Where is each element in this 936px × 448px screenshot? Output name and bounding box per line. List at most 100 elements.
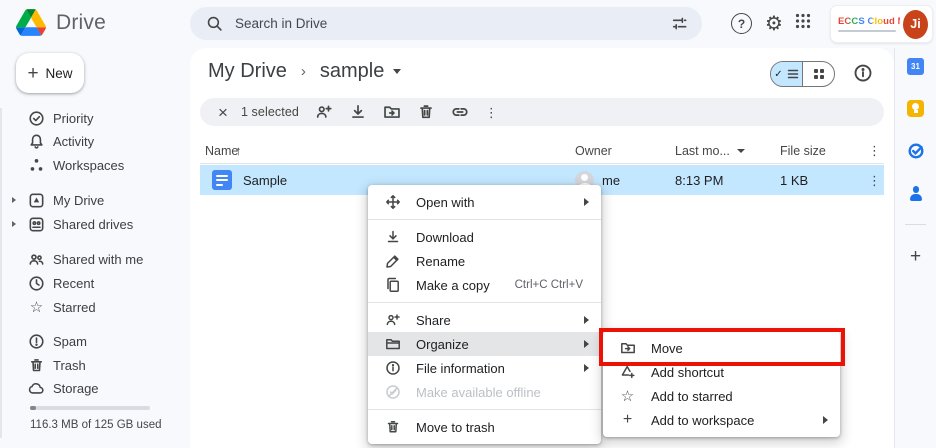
submenu-arrow-icon: [584, 198, 589, 206]
expand-arrow-icon[interactable]: [12, 197, 16, 203]
breadcrumb-current-folder[interactable]: sample: [320, 60, 384, 83]
list-view-icon: [787, 68, 799, 80]
grid-view-button[interactable]: [803, 62, 834, 86]
left-sidebar: + New Priority Activity Workspaces My Dr…: [0, 48, 190, 448]
panel-divider: [905, 224, 926, 225]
tasks-icon[interactable]: [907, 142, 925, 160]
menu-item-file-information[interactable]: File information: [368, 356, 601, 380]
menu-item-download[interactable]: Download: [368, 225, 601, 249]
google-apps-grid-icon[interactable]: [795, 13, 811, 29]
menu-divider: [368, 409, 601, 410]
storage-usage-text: 116.3 MB of 125 GB used: [30, 419, 161, 431]
user-avatar[interactable]: Ji: [903, 10, 928, 39]
file-table-header: Name ↑ Owner Last mo... File size ⋮: [200, 138, 884, 164]
file-size: 1 KB: [780, 165, 808, 195]
sidebar-item-priority[interactable]: Priority: [8, 106, 182, 130]
trash-button[interactable]: [417, 103, 435, 121]
sidebar-item-shared-with-me[interactable]: Shared with me: [8, 247, 182, 271]
sidebar-item-shared-drives[interactable]: Shared drives: [8, 212, 182, 236]
submenu-arrow-icon: [584, 316, 589, 324]
copy-link-icon[interactable]: [451, 103, 469, 121]
submenu-item-add-to-starred[interactable]: ☆ Add to starred: [603, 384, 840, 408]
menu-divider: [368, 302, 601, 303]
sort-caret-icon: [737, 149, 745, 153]
sidebar-item-trash[interactable]: Trash: [8, 353, 182, 377]
top-bar: Drive Search in Drive ? ⚙ ECCS Cloud Mai…: [0, 0, 936, 48]
menu-item-open-with[interactable]: Open with: [368, 190, 601, 214]
column-file-size[interactable]: File size: [780, 138, 826, 163]
share-person-add-icon: [384, 312, 401, 329]
star-icon: ☆: [619, 388, 636, 405]
rename-pencil-icon: [384, 253, 401, 270]
organize-submenu: Move Add shortcut ☆ Add to starred + Add…: [603, 331, 840, 437]
account-badge[interactable]: ECCS Cloud Mail Ji: [830, 5, 933, 43]
column-last-modified[interactable]: Last mo...: [675, 138, 745, 163]
more-actions-icon[interactable]: ⋮: [485, 106, 498, 119]
storage-progress-bar: [30, 406, 150, 410]
contacts-icon[interactable]: [907, 184, 925, 202]
check-icon: ✓: [774, 69, 782, 80]
sidebar-item-storage[interactable]: Storage: [8, 376, 182, 400]
menu-item-organize[interactable]: Organize: [368, 332, 601, 356]
row-more-actions-icon[interactable]: ⋮: [868, 165, 881, 195]
selected-count: 1 selected: [241, 105, 299, 119]
share-button[interactable]: [315, 103, 333, 121]
column-owner[interactable]: Owner: [575, 138, 612, 163]
file-name: Sample: [243, 165, 287, 195]
download-button[interactable]: [349, 103, 367, 121]
sidebar-item-workspaces[interactable]: Workspaces: [8, 153, 182, 177]
sidebar-item-starred[interactable]: ☆ Starred: [8, 295, 182, 319]
details-info-icon[interactable]: [853, 63, 873, 83]
keyboard-shortcut: Ctrl+C Ctrl+V: [515, 279, 583, 291]
bell-icon: [28, 133, 45, 150]
selection-toolbar: × 1 selected ⋮: [200, 98, 884, 126]
search-options-tune-icon[interactable]: [671, 15, 688, 32]
sidebar-item-my-drive[interactable]: My Drive: [8, 188, 182, 212]
calendar-icon[interactable]: 31: [907, 57, 925, 75]
sidebar-item-recent[interactable]: Recent: [8, 271, 182, 295]
add-shortcut-icon: [619, 364, 636, 381]
submenu-item-move[interactable]: Move: [603, 336, 840, 360]
trash-icon: [28, 357, 45, 374]
sort-ascending-icon[interactable]: ↑: [235, 138, 242, 163]
submenu-arrow-icon: [823, 416, 828, 424]
settings-gear-icon[interactable]: ⚙: [762, 9, 786, 37]
column-options-icon[interactable]: ⋮: [868, 138, 881, 163]
menu-item-share[interactable]: Share: [368, 308, 601, 332]
expand-arrow-icon[interactable]: [12, 221, 16, 227]
breadcrumb-my-drive[interactable]: My Drive: [208, 60, 287, 83]
menu-item-rename[interactable]: Rename: [368, 249, 601, 273]
column-name[interactable]: Name: [205, 138, 238, 163]
trash-icon: [384, 419, 401, 436]
search-bar[interactable]: Search in Drive: [190, 7, 702, 40]
menu-item-make-a-copy[interactable]: Make a copy Ctrl+C Ctrl+V: [368, 273, 601, 297]
new-button[interactable]: + New: [16, 53, 84, 93]
drive-logo[interactable]: Drive: [16, 9, 106, 36]
search-input[interactable]: Search in Drive: [235, 16, 671, 31]
folder-icon: [384, 336, 401, 353]
keep-icon[interactable]: [907, 99, 925, 117]
context-menu: Open with Download Rename Make a copy Ct…: [368, 185, 601, 444]
view-toggle: ✓: [770, 61, 835, 87]
menu-item-move-to-trash[interactable]: Move to trash: [368, 415, 601, 439]
cloud-storage-icon: [28, 380, 45, 397]
sidebar-item-spam[interactable]: Spam: [8, 329, 182, 353]
get-addons-plus-icon[interactable]: +: [907, 248, 925, 266]
clear-selection-icon[interactable]: ×: [218, 104, 228, 121]
plus-icon: +: [27, 64, 38, 83]
breadcrumb-chevron-icon: ›: [301, 63, 306, 80]
submenu-item-add-to-workspace[interactable]: + Add to workspace: [603, 408, 840, 432]
sidebar-item-activity[interactable]: Activity: [8, 129, 182, 153]
folder-menu-caret-icon[interactable]: [393, 69, 401, 74]
breadcrumb: My Drive › sample: [208, 60, 401, 83]
side-apps-panel: 31 +: [894, 48, 936, 448]
org-badge: ECCS Cloud Mail: [838, 16, 900, 32]
workspaces-icon: [28, 157, 45, 174]
sidebar-scrollbar[interactable]: [0, 108, 2, 438]
move-to-folder-button[interactable]: [383, 103, 401, 121]
drive-triangle-icon: [16, 9, 46, 36]
help-icon[interactable]: ?: [731, 13, 752, 34]
submenu-item-add-shortcut[interactable]: Add shortcut: [603, 360, 840, 384]
list-view-button[interactable]: ✓: [771, 62, 803, 86]
search-icon: [206, 15, 223, 32]
